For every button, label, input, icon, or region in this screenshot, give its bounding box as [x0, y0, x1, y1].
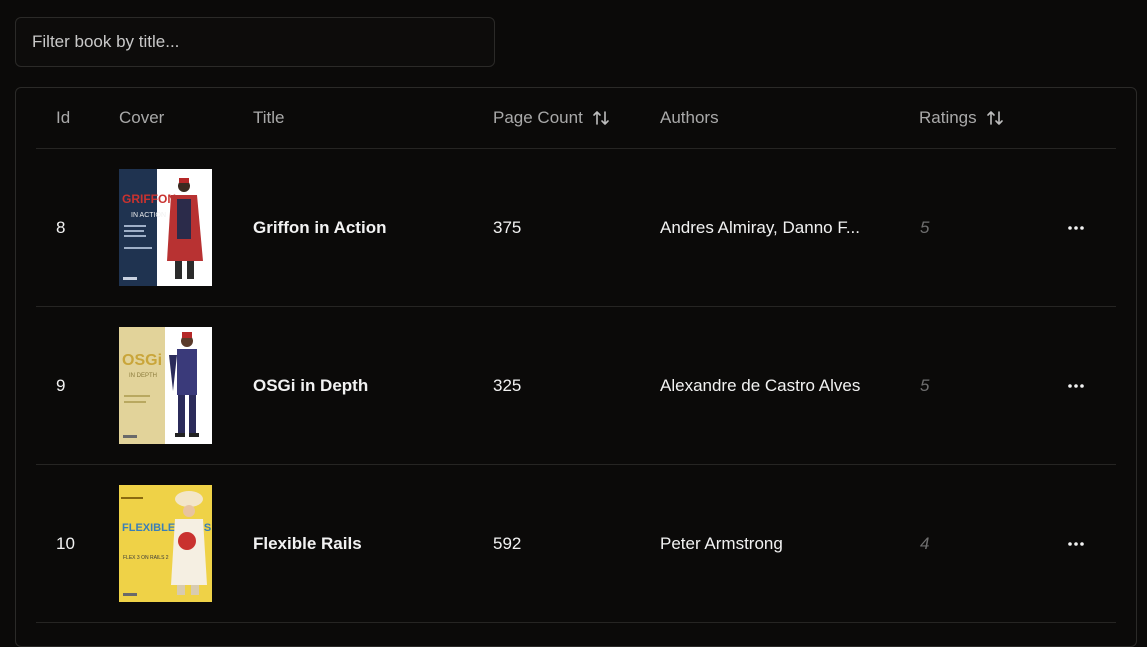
more-options-icon[interactable]	[1064, 532, 1088, 556]
row-rating: 5	[920, 217, 930, 237]
row-rating: 5	[920, 375, 930, 395]
book-cover-image: FLEXIBLE RAILS FLEX 3 ON RAILS 2	[119, 485, 212, 602]
more-options-icon[interactable]	[1064, 374, 1088, 398]
row-cover: OSGi IN DEPTH	[119, 307, 212, 464]
filter-input[interactable]	[32, 32, 494, 52]
row-title: Flexible Rails	[253, 533, 362, 553]
sort-icon[interactable]	[985, 108, 1005, 128]
row-title: OSGi in Depth	[253, 375, 369, 395]
column-header-cover: Cover	[119, 108, 164, 128]
row-rating: 4	[920, 533, 930, 553]
column-header-title-label: Title	[253, 108, 285, 127]
table-row[interactable]: 10 FLEXIBLE RAILS FLEX 3 ON RAILS 2 Flex…	[36, 465, 1116, 623]
books-table: Id Cover Title Page Count Authors Rating…	[15, 87, 1137, 647]
column-header-id[interactable]: Id	[56, 108, 70, 128]
column-header-ratings-label: Ratings	[919, 108, 977, 127]
column-header-page-count[interactable]: Page Count	[493, 108, 611, 128]
table-row[interactable]: 9 OSGi IN DEPTH OSGi in Depth 325 Alexan…	[36, 307, 1116, 465]
sort-icon[interactable]	[591, 108, 611, 128]
row-cover: FLEXIBLE RAILS FLEX 3 ON RAILS 2	[119, 465, 212, 622]
column-header-title[interactable]: Title	[253, 108, 285, 128]
row-page-count: 375	[493, 217, 522, 237]
column-header-authors-label: Authors	[660, 108, 719, 127]
row-id: 9	[56, 375, 66, 395]
column-header-cover-label: Cover	[119, 108, 165, 127]
row-id: 10	[56, 533, 75, 553]
filter-box[interactable]	[15, 17, 495, 67]
row-id: 8	[56, 217, 66, 237]
row-page-count: 592	[493, 533, 522, 553]
column-header-page-count-label: Page Count	[493, 108, 583, 127]
cover-subtitle-text: IN DEPTH	[129, 373, 157, 379]
row-cover: GRIFFON IN ACTION	[119, 149, 212, 306]
row-authors: Peter Armstrong	[660, 533, 783, 553]
cover-title-text: GRIFFON	[122, 192, 176, 206]
row-page-count: 325	[493, 375, 522, 395]
cover-title-text: OSGi	[122, 352, 162, 369]
table-row[interactable]: 8 GRIFFON IN ACTION Griffon in Action 37…	[36, 149, 1116, 307]
row-authors: Andres Almiray, Danno F...	[660, 217, 860, 237]
column-header-id-label: Id	[56, 108, 71, 127]
table-header: Id Cover Title Page Count Authors Rating…	[36, 88, 1116, 149]
column-header-ratings[interactable]: Ratings	[919, 108, 1005, 128]
more-options-icon[interactable]	[1064, 216, 1088, 240]
cover-subtitle-text: FLEX 3 ON RAILS 2	[123, 555, 169, 561]
row-title: Griffon in Action	[253, 217, 387, 237]
column-header-authors[interactable]: Authors	[660, 108, 719, 128]
book-cover-image: OSGi IN DEPTH	[119, 327, 212, 444]
cover-subtitle-text: IN ACTION	[131, 212, 166, 219]
row-authors: Alexandre de Castro Alves	[660, 375, 861, 395]
book-cover-image: GRIFFON IN ACTION	[119, 169, 212, 286]
